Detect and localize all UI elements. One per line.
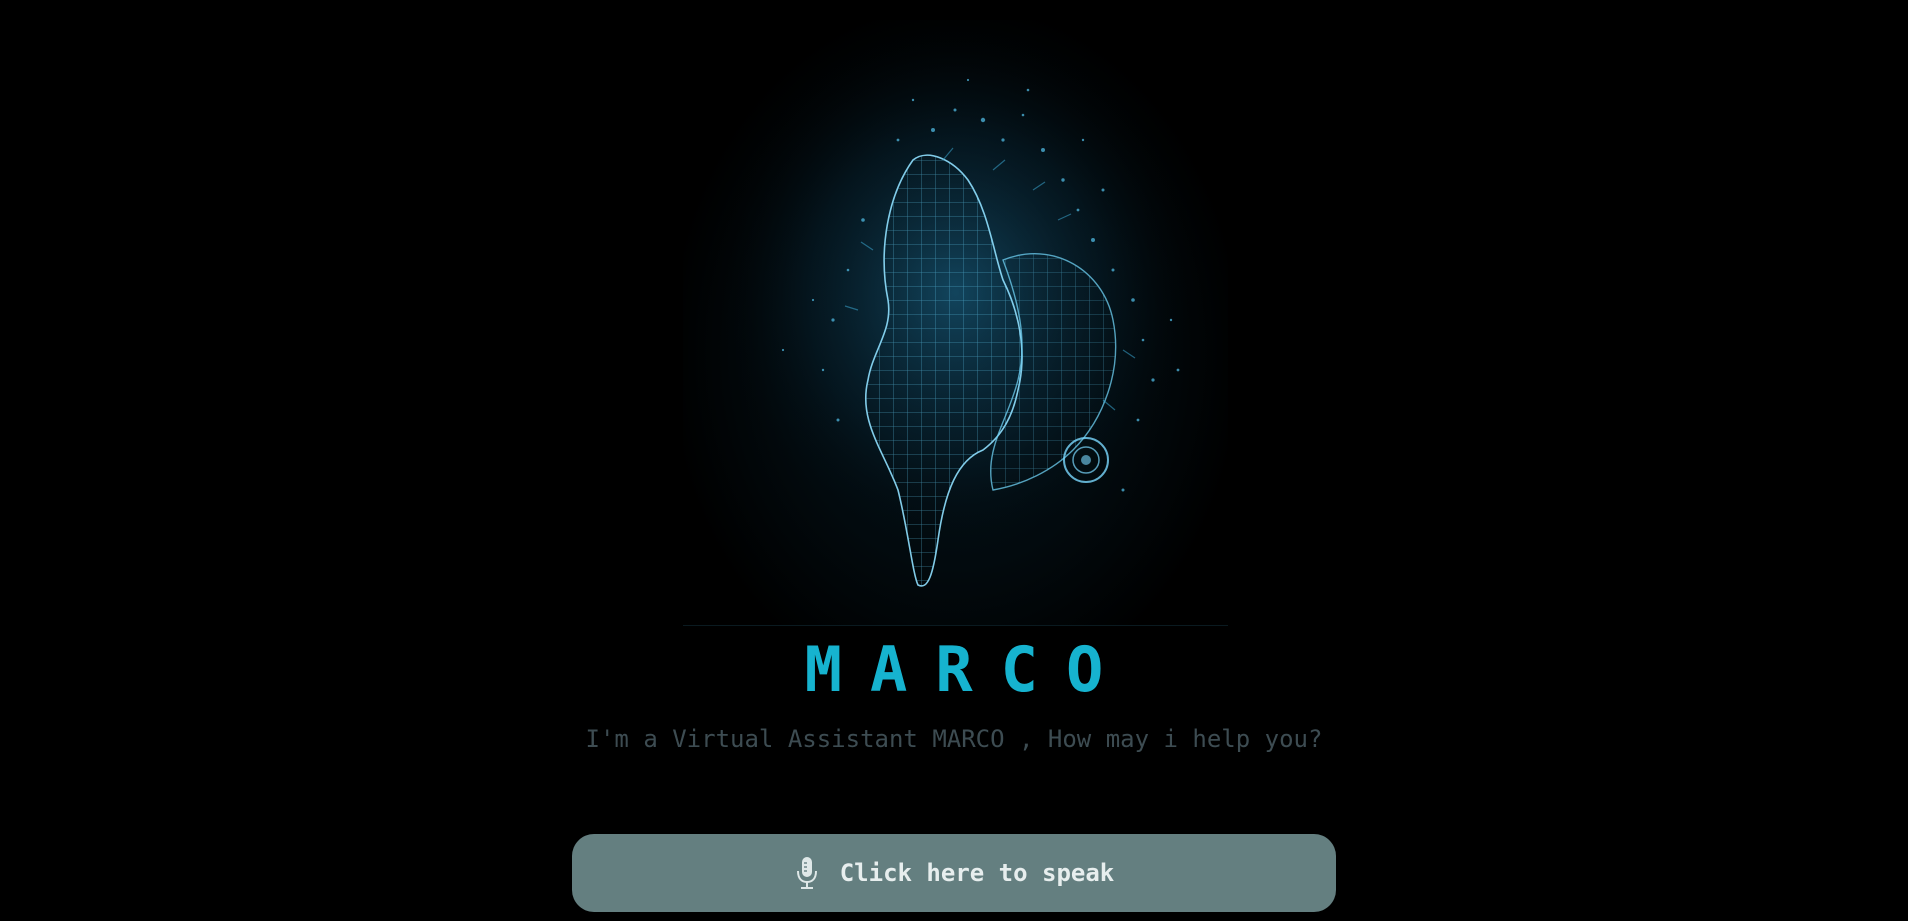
microphone-icon <box>796 857 817 889</box>
speak-button-label: Click here to speak <box>839 859 1115 887</box>
app-page: MARCO I'm a Virtual Assistant MARCO , Ho… <box>0 0 1908 921</box>
speak-button[interactable]: Click here to speak <box>572 834 1336 912</box>
assistant-name-title: MARCO <box>804 633 1132 706</box>
hologram-figure-image <box>683 20 1228 626</box>
assistant-greeting: I'm a Virtual Assistant MARCO , How may … <box>585 725 1323 753</box>
